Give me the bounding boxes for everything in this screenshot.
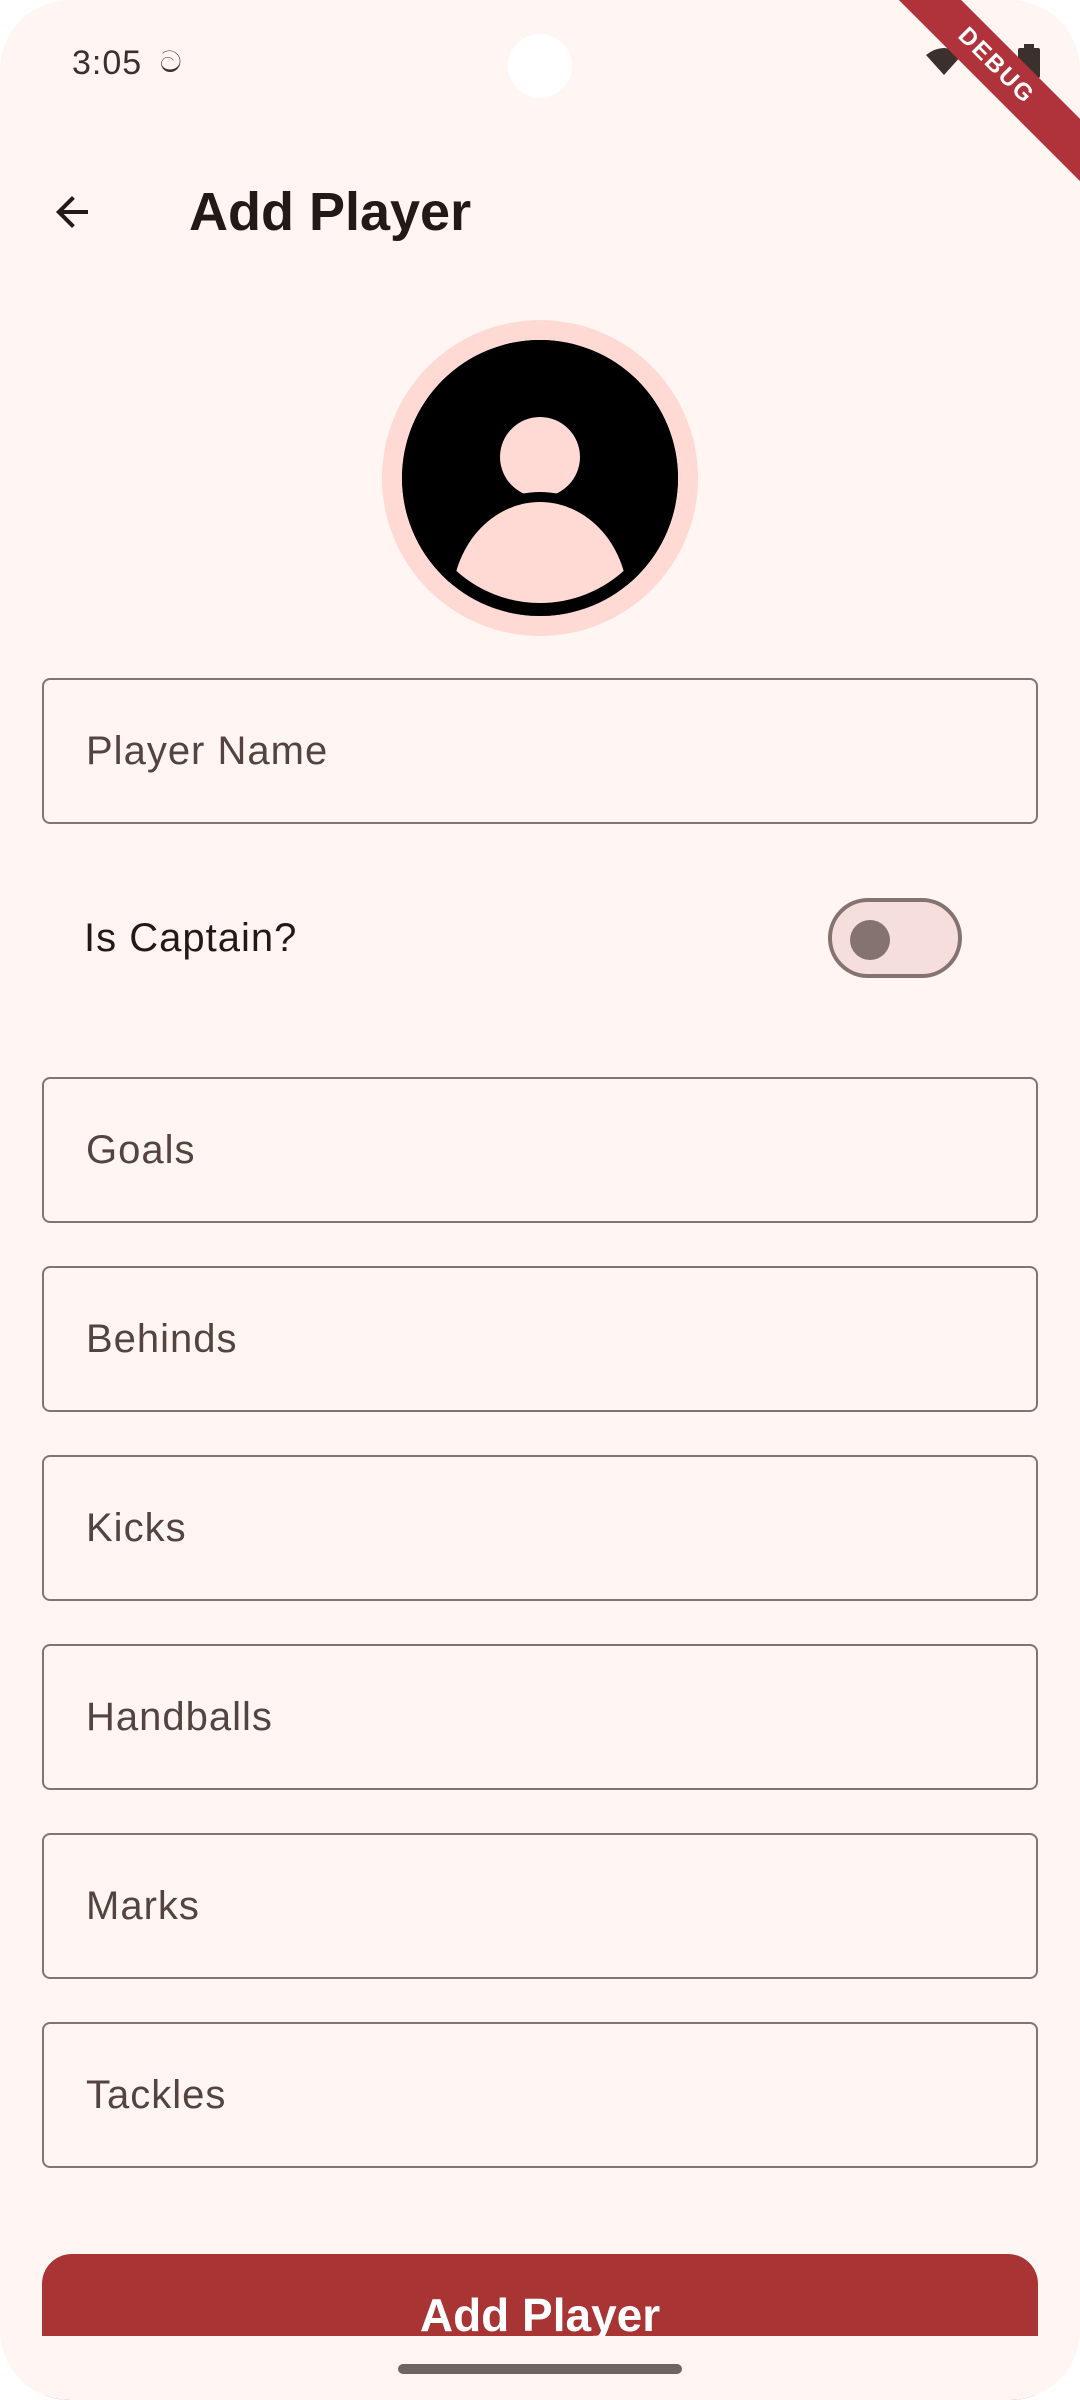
app-bar: Add Player xyxy=(0,150,1080,260)
avatar[interactable] xyxy=(382,320,698,636)
status-time: 3:05 xyxy=(72,44,143,82)
add-player-screen: 3:05 ට DEBUG Add Player Player Name Is C… xyxy=(0,0,1080,2400)
goals-input[interactable] xyxy=(42,1077,1038,1223)
kicks-input[interactable] xyxy=(42,1455,1038,1601)
account-circle-icon xyxy=(402,340,678,616)
page-title: Add Player xyxy=(189,182,472,242)
captain-switch-thumb xyxy=(850,920,890,960)
camera-cutout xyxy=(508,34,572,98)
behinds-input[interactable] xyxy=(42,1266,1038,1412)
arrow-back-icon xyxy=(56,196,88,228)
captain-switch[interactable] xyxy=(828,898,962,978)
add-player-button-label: Add Player xyxy=(419,2289,661,2341)
captain-row: Is Captain? xyxy=(42,880,1038,1000)
captain-label: Is Captain? xyxy=(84,916,298,960)
marks-input[interactable] xyxy=(42,1833,1038,1979)
tackles-input[interactable] xyxy=(42,2022,1038,2168)
back-button[interactable] xyxy=(30,170,114,254)
player-name-input[interactable] xyxy=(42,678,1038,824)
home-indicator[interactable] xyxy=(398,2364,682,2374)
handballs-input[interactable] xyxy=(42,1644,1038,1790)
notification-glyph-icon: ට xyxy=(160,46,182,79)
